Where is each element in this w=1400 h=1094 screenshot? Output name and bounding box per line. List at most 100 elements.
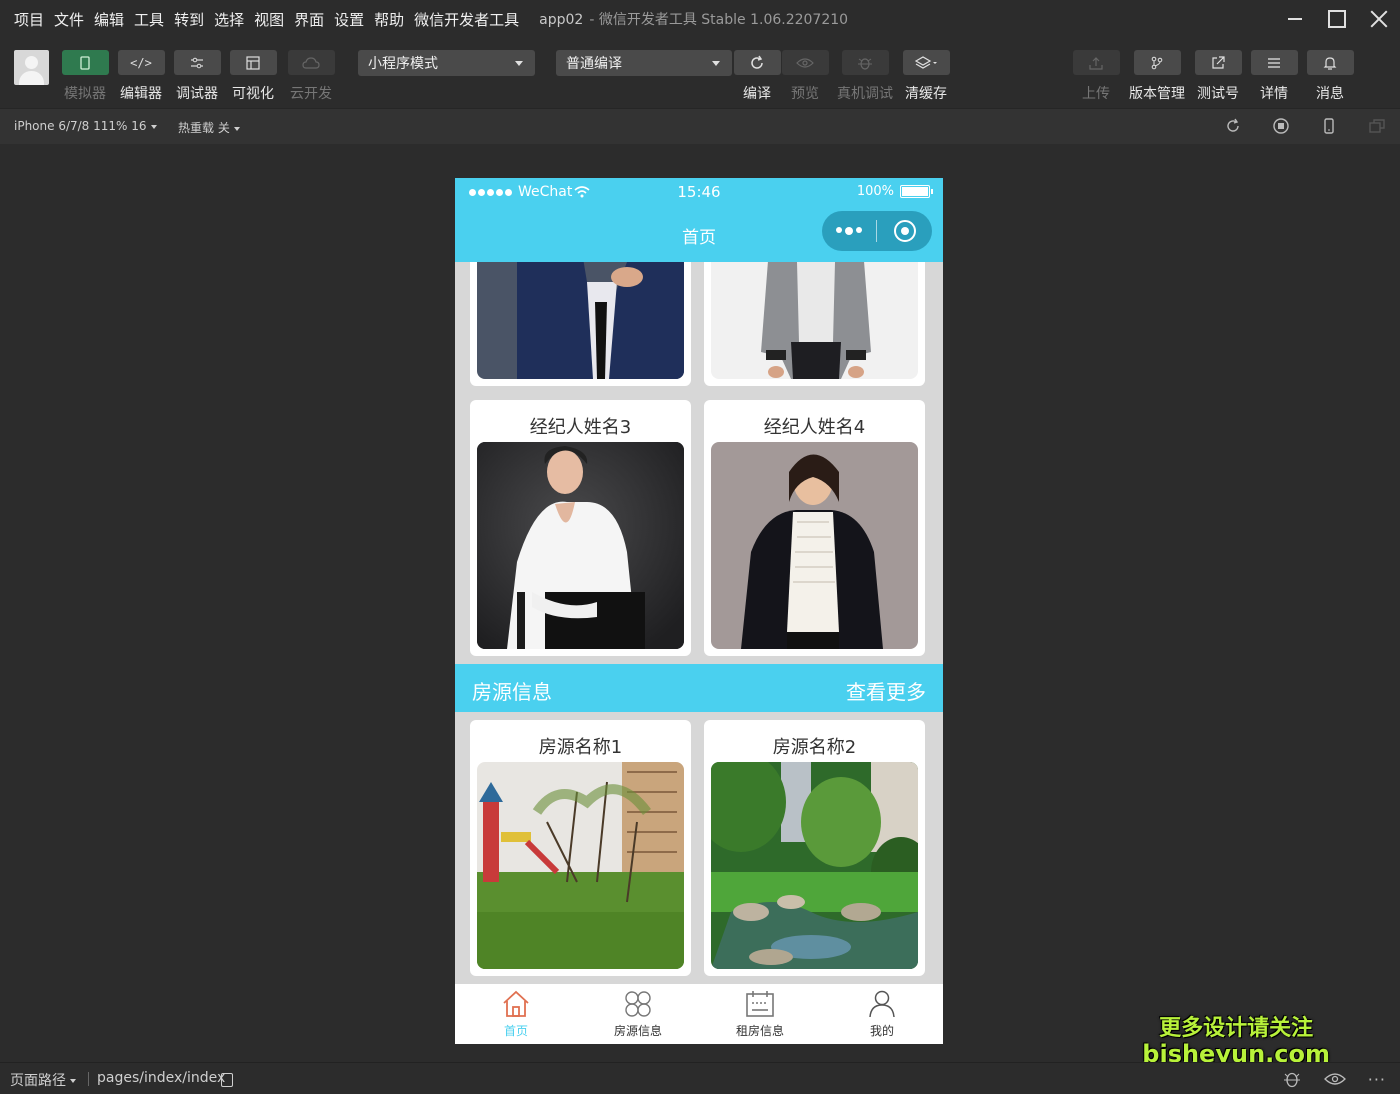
maximize-icon xyxy=(1328,10,1346,28)
real-device-debug-button[interactable]: 真机调试 xyxy=(837,50,893,103)
more-icon[interactable]: ··· xyxy=(1368,1070,1386,1089)
eye-icon[interactable] xyxy=(1323,1072,1346,1086)
chevron-down-icon xyxy=(233,126,240,131)
house-card[interactable]: 房源名称2 xyxy=(704,720,925,976)
house-photo xyxy=(477,762,684,969)
agent-photo xyxy=(477,262,684,379)
cloud-button[interactable]: 云开发 xyxy=(287,50,335,103)
toolbar: 模拟器 </> 编辑器 调试器 可视化 云开发 小程序模式 普通编译 编译 预览… xyxy=(0,38,1400,108)
close-miniprogram-button[interactable] xyxy=(877,220,932,242)
more-options-button[interactable] xyxy=(822,227,876,235)
clear-cache-button[interactable]: 清缓存 xyxy=(902,50,950,103)
agent-card[interactable]: 经纪人姓名4 xyxy=(704,400,925,656)
version-management-label: 版本管理 xyxy=(1129,86,1185,102)
house-card[interactable]: 房源名称1 xyxy=(470,720,691,976)
tab-label: 我的 xyxy=(869,1024,894,1038)
menu-wechat-devtools[interactable]: 微信开发者工具 xyxy=(414,9,519,30)
chevron-down-icon xyxy=(712,61,720,66)
page-path-select[interactable]: 页面路径 xyxy=(10,1070,76,1090)
agent-card[interactable] xyxy=(470,262,691,386)
hot-reload-select[interactable]: 热重载 关 xyxy=(178,119,240,136)
agent-card[interactable]: 经纪人姓名3 xyxy=(470,400,691,656)
phone-simulator: WeChat 15:46 100% 首页 经纪人姓名3 经纪人姓名4 房源信息 … xyxy=(455,178,943,1044)
simulator-button[interactable]: 模拟器 xyxy=(61,50,109,103)
watermark-line1: 更多设计请关注 xyxy=(1159,1016,1314,1041)
minimize-button[interactable] xyxy=(1274,0,1316,38)
refresh-icon xyxy=(751,55,763,69)
menu-edit[interactable]: 编辑 xyxy=(94,9,124,30)
maximize-button[interactable] xyxy=(1316,0,1358,38)
compile-label: 编译 xyxy=(743,86,771,102)
menu-project[interactable]: 项目 xyxy=(14,9,44,30)
tab-listings[interactable]: 房源信息 xyxy=(577,984,699,1044)
preview-button[interactable]: 预览 xyxy=(781,50,829,103)
messages-button[interactable]: 消息 xyxy=(1306,50,1354,103)
record-icon[interactable] xyxy=(1272,117,1290,135)
target-icon xyxy=(893,220,916,242)
sliders-icon xyxy=(191,57,203,68)
page-path-label: 页面路径 xyxy=(10,1073,66,1089)
version-management-button[interactable]: 版本管理 xyxy=(1129,50,1185,103)
menu-file[interactable]: 文件 xyxy=(54,9,84,30)
minimize-icon xyxy=(1288,18,1302,20)
menu-goto[interactable]: 转到 xyxy=(174,9,204,30)
tab-rentals[interactable]: 租房信息 xyxy=(699,984,821,1044)
menu-capsule xyxy=(822,211,932,251)
tab-label: 租房信息 xyxy=(735,1024,784,1038)
menu-icon xyxy=(1268,57,1280,68)
menu-tools[interactable]: 工具 xyxy=(134,9,164,30)
app-version: - 微信开发者工具 Stable 1.06.2207210 xyxy=(589,12,849,28)
compile-button[interactable]: 编译 xyxy=(733,50,781,103)
tab-profile[interactable]: 我的 xyxy=(821,984,943,1044)
menu-view[interactable]: 视图 xyxy=(254,9,284,30)
battery-icon xyxy=(900,185,930,198)
menu-settings[interactable]: 设置 xyxy=(334,9,364,30)
mode-select-value: 小程序模式 xyxy=(368,56,438,72)
branch-icon xyxy=(1151,56,1163,69)
tab-bar: 首页 房源信息 租房信息 我的 xyxy=(455,984,943,1044)
simulator-label: 模拟器 xyxy=(64,86,106,102)
agent-photo xyxy=(711,262,918,379)
menu-help[interactable]: 帮助 xyxy=(374,9,404,30)
layers-icon xyxy=(915,55,937,69)
debugger-button[interactable]: 调试器 xyxy=(173,50,221,103)
editor-button[interactable]: </> 编辑器 xyxy=(117,50,165,103)
close-button[interactable] xyxy=(1358,0,1400,38)
device-icon[interactable] xyxy=(1320,117,1338,135)
details-button[interactable]: 详情 xyxy=(1250,50,1298,103)
tab-label: 房源信息 xyxy=(613,1024,662,1038)
details-label: 详情 xyxy=(1260,86,1288,102)
window-title: app02 - 微信开发者工具 Stable 1.06.2207210 xyxy=(539,9,848,29)
real-device-debug-label: 真机调试 xyxy=(837,86,893,102)
compile-mode-select[interactable]: 普通编译 xyxy=(556,50,732,76)
agent-photo xyxy=(477,442,684,649)
home-icon xyxy=(503,990,529,1017)
house-name: 房源名称2 xyxy=(772,737,857,758)
upload-icon xyxy=(1089,56,1103,70)
test-account-button[interactable]: 测试号 xyxy=(1194,50,1242,103)
menu-select[interactable]: 选择 xyxy=(214,9,244,30)
eye-icon xyxy=(796,57,814,68)
visual-button[interactable]: 可视化 xyxy=(229,50,277,103)
view-more-link[interactable]: 查看更多 xyxy=(846,676,926,705)
bell-icon xyxy=(1323,56,1337,70)
agent-card[interactable] xyxy=(704,262,925,386)
agent-photo xyxy=(711,442,918,649)
grid-icon xyxy=(625,991,651,1017)
preview-label: 预览 xyxy=(791,86,819,102)
copy-icon[interactable] xyxy=(221,1073,233,1087)
device-select[interactable]: iPhone 6/7/8 111% 16 xyxy=(14,119,157,133)
bug-icon[interactable] xyxy=(1282,1069,1302,1089)
mode-select[interactable]: 小程序模式 xyxy=(358,50,535,76)
menu-interface[interactable]: 界面 xyxy=(294,9,324,30)
clear-cache-label: 清缓存 xyxy=(905,86,947,102)
close-icon xyxy=(1370,10,1388,28)
avatar[interactable] xyxy=(14,50,49,85)
upload-button[interactable]: 上传 xyxy=(1072,50,1120,103)
tab-home[interactable]: 首页 xyxy=(455,984,577,1044)
cloud-label: 云开发 xyxy=(290,86,332,102)
calendar-icon xyxy=(746,991,774,1017)
rotate-icon[interactable] xyxy=(1224,117,1242,135)
detach-window-icon[interactable] xyxy=(1368,117,1386,135)
chevron-down-icon xyxy=(70,1079,76,1083)
